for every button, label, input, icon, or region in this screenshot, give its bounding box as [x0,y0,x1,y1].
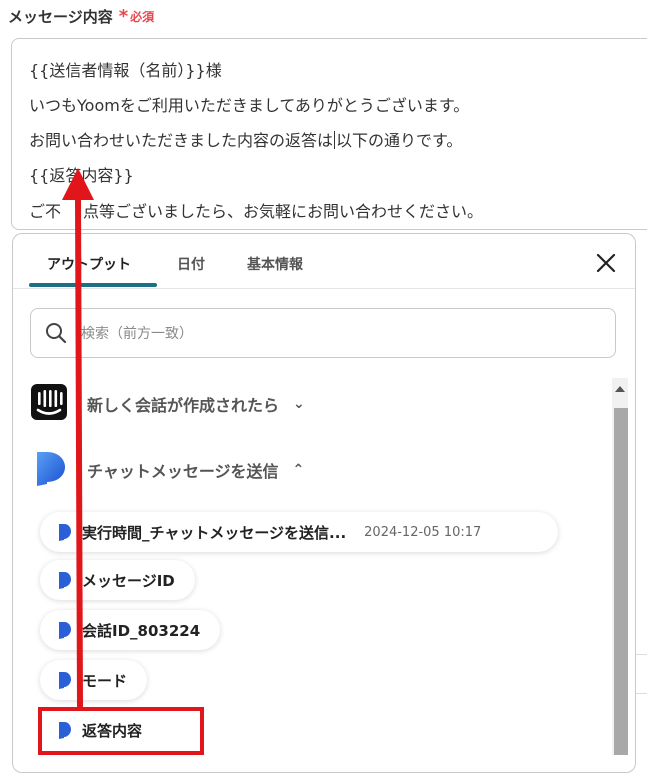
annotation-arrow [62,168,94,708]
